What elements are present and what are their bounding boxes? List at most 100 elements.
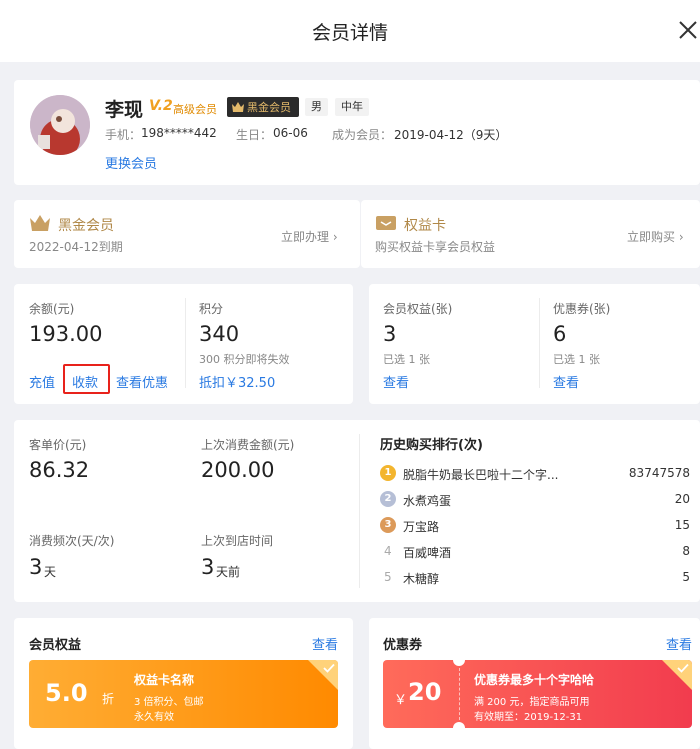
ranking-item: 1 脱脂牛奶最长巴啦十二个字... 83747578 xyxy=(380,464,690,484)
ticket-icon xyxy=(376,216,396,230)
member-rights-section-view-link[interactable]: 查看 xyxy=(312,634,338,653)
coupon-item[interactable]: ￥ 20 优惠券最多十个字哈哈 满 200 元，指定商品可用 有效期至：2019… xyxy=(383,660,692,728)
gender-tag: 男 xyxy=(305,98,328,116)
frequency-unit: 天 xyxy=(44,565,57,579)
last-amount-value: 200.00 xyxy=(201,458,275,482)
switch-member-link[interactable]: 更换会员 xyxy=(105,153,157,172)
ranking-rank-number: 4 xyxy=(384,544,392,558)
join-label: 成为会员： xyxy=(332,128,393,142)
ranking-item-count: 8 xyxy=(682,544,690,558)
rights-card-item[interactable]: 5.0 折 权益卡名称 3 倍积分、包邮 永久有效 xyxy=(29,660,338,728)
coupon-currency: ￥ xyxy=(394,693,408,708)
member-rights-section-title: 会员权益 xyxy=(29,638,82,653)
coupon-view-link[interactable]: 查看 xyxy=(553,372,579,391)
member-rights-label: 会员权益(张) xyxy=(383,302,453,316)
ranking-item-count: 5 xyxy=(682,570,690,584)
last-amount-label: 上次消费金额(元) xyxy=(201,438,295,452)
ranking-item-name: 水煮鸡蛋 xyxy=(403,494,452,508)
rights-card-name: 权益卡名称 xyxy=(134,673,195,687)
balance-label: 余额(元) xyxy=(29,302,75,316)
coupon-condition: 满 200 元，指定商品可用 xyxy=(474,697,590,708)
coupon-amount: 20 xyxy=(408,678,442,706)
frequency-value: 3 xyxy=(29,555,43,579)
black-gold-apply-link[interactable]: 立即办理 › xyxy=(281,228,338,245)
coupon-count-value: 6 xyxy=(553,322,567,346)
member-rights-view-link[interactable]: 查看 xyxy=(383,372,409,391)
stats-ranking-card: 客单价(元) 86.32 上次消费金额(元) 200.00 消费频次(天/次) … xyxy=(14,420,700,602)
member-profile-card: 李现 V.2 高级会员 黑金会员 男 中年 手机： 198*****442 生日… xyxy=(14,80,700,185)
collect-link[interactable]: 收款 xyxy=(72,372,98,391)
last-visit-value: 3 xyxy=(201,555,215,579)
divider xyxy=(359,434,360,588)
last-visit-unit: 天前 xyxy=(216,565,241,579)
ranking-item: 5 木糖醇 5 xyxy=(380,568,690,588)
black-gold-badge: 黑金会员 xyxy=(227,97,299,117)
member-rights-selected: 已选 1 张 xyxy=(383,353,430,366)
points-value: 340 xyxy=(199,322,240,346)
rights-card-promo[interactable]: 权益卡 购买权益卡享会员权益 立即购买 › xyxy=(361,200,700,268)
ranking-item-name: 木糖醇 xyxy=(403,572,440,586)
close-icon[interactable] xyxy=(676,18,700,42)
age-tag: 中年 xyxy=(335,98,369,116)
rights-card-benefits: 3 倍积分、包邮 xyxy=(134,697,204,708)
bronze-medal-icon: 3 xyxy=(380,517,396,533)
points-deduct-link[interactable]: 抵扣￥32.50 xyxy=(199,372,275,391)
balance-value: 193.00 xyxy=(29,322,103,346)
coupon-count-selected: 已选 1 张 xyxy=(553,353,600,366)
phone-value: 198*****442 xyxy=(141,126,217,140)
coupon-count-label: 优惠券(张) xyxy=(553,302,611,316)
rights-card-discount-unit: 折 xyxy=(102,692,115,706)
black-gold-card[interactable]: 黑金会员 2022-04-12到期 立即办理 › xyxy=(14,200,360,268)
last-visit-label: 上次到店时间 xyxy=(201,534,274,548)
avg-price-value: 86.32 xyxy=(29,458,90,482)
silver-medal-icon: 2 xyxy=(380,491,396,507)
balance-points-card: 余额(元) 193.00 充值 收款 查看优惠 积分 340 300 积分即将失… xyxy=(14,284,353,404)
gold-medal-icon: 1 xyxy=(380,465,396,481)
rights-card-discount: 5.0 xyxy=(45,679,88,707)
check-icon xyxy=(323,663,335,673)
level-name: 高级会员 xyxy=(173,103,217,116)
frequency-label: 消费频次(天/次) xyxy=(29,534,115,548)
black-gold-badge-label: 黑金会员 xyxy=(247,101,291,114)
coupon-section-title: 优惠券 xyxy=(383,638,423,653)
divider xyxy=(539,298,540,388)
view-discount-link[interactable]: 查看优惠 xyxy=(116,372,168,391)
ranking-title: 历史购买排行(次) xyxy=(380,438,483,453)
join-value: 2019-04-12（9天） xyxy=(394,128,508,142)
points-label: 积分 xyxy=(199,302,224,316)
coupon-notch-top xyxy=(453,660,465,666)
coupon-name: 优惠券最多十个字哈哈 xyxy=(474,673,595,687)
birthday-label: 生日： xyxy=(236,128,273,142)
avatar xyxy=(30,95,90,155)
ranking-item-name: 脱脂牛奶最长巴啦十二个字... xyxy=(403,468,559,482)
rights-card-desc: 购买权益卡享会员权益 xyxy=(375,240,496,254)
coupon-section: 优惠券 查看 ￥ 20 优惠券最多十个字哈哈 满 200 元，指定商品可用 有效… xyxy=(369,618,700,749)
ranking-item-name: 百威啤酒 xyxy=(403,546,452,560)
page-title: 会员详情 xyxy=(311,22,388,44)
member-rights-value: 3 xyxy=(383,322,397,346)
points-expire-note: 300 积分即将失效 xyxy=(199,353,290,366)
black-gold-expiry: 2022-04-12到期 xyxy=(29,240,123,254)
member-name: 李现 xyxy=(105,99,144,121)
check-icon xyxy=(677,663,689,673)
ranking-item: 2 水煮鸡蛋 20 xyxy=(380,490,690,510)
recharge-link[interactable]: 充值 xyxy=(29,372,55,391)
rights-coupon-count-card: 会员权益(张) 3 已选 1 张 查看 优惠券(张) 6 已选 1 张 查看 xyxy=(369,284,700,404)
coupon-validity: 有效期至：2019-12-31 xyxy=(474,712,583,723)
rights-card-buy-link[interactable]: 立即购买 › xyxy=(627,228,684,245)
page-header: 会员详情 xyxy=(0,0,700,62)
black-gold-title: 黑金会员 xyxy=(58,218,114,234)
coupon-section-view-link[interactable]: 查看 xyxy=(666,634,692,653)
birthday-value: 06-06 xyxy=(273,126,308,140)
ranking-item-count: 15 xyxy=(674,518,690,532)
ranking-item: 4 百威啤酒 8 xyxy=(380,542,690,562)
coupon-perforation xyxy=(459,668,460,720)
coupon-notch-bottom xyxy=(453,722,465,728)
crown-icon xyxy=(30,215,50,231)
rights-card-validity: 永久有效 xyxy=(134,712,174,723)
divider xyxy=(185,298,186,388)
ranking-item-count: 20 xyxy=(674,492,690,506)
ranking-rank-number: 5 xyxy=(384,570,392,584)
ranking-item: 3 万宝路 15 xyxy=(380,516,690,536)
rights-card-title: 权益卡 xyxy=(404,218,446,234)
